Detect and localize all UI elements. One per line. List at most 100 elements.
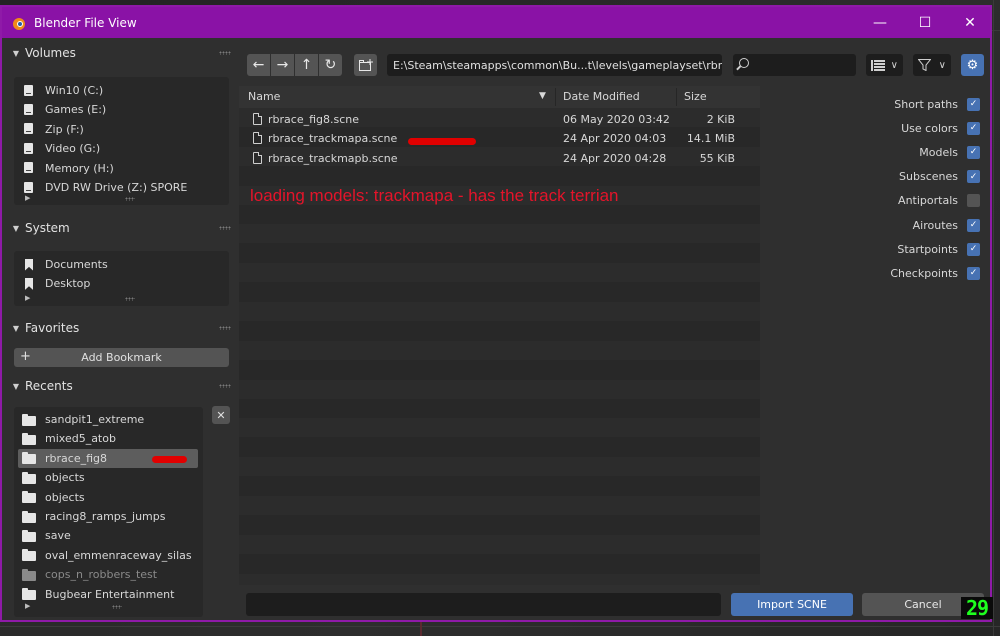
- file-row[interactable]: rbrace_trackmapb.scne 24 Apr 2020 04:28 55…: [239, 149, 760, 168]
- drive-icon: [22, 162, 36, 174]
- file-row[interactable]: rbrace_trackmapa.scne 24 Apr 2020 04:03 14…: [239, 129, 760, 148]
- option-checkbox[interactable]: ✓: [967, 170, 980, 184]
- list-stripe: [239, 224, 760, 244]
- option-row[interactable]: Subscenes ✓: [899, 168, 980, 186]
- volume-item[interactable]: Win10 (C:): [22, 81, 227, 100]
- resize-grip-icon[interactable]: [112, 605, 122, 609]
- resize-grip-icon[interactable]: [125, 297, 135, 301]
- list-stripe: [239, 476, 760, 496]
- column-header-size[interactable]: Size: [684, 90, 707, 103]
- recent-item[interactable]: objects: [18, 488, 198, 507]
- search-icon: [739, 58, 749, 68]
- option-label: Airoutes: [912, 218, 958, 232]
- sort-descending-icon[interactable]: ▼: [539, 91, 546, 101]
- file-date: 06 May 2020 03:42: [563, 113, 670, 126]
- recent-item[interactable]: oval_emmenraceway_silas: [18, 546, 198, 565]
- file-size: 14.1 MiB: [686, 132, 735, 146]
- system-header-label: System: [25, 221, 70, 235]
- volume-item[interactable]: Games (E:): [22, 100, 227, 119]
- expand-triangle-icon[interactable]: ▶: [25, 194, 30, 202]
- volume-item[interactable]: DVD RW Drive (Z:) SPORE: [22, 178, 227, 197]
- volume-item[interactable]: Video (G:): [22, 139, 227, 158]
- expand-triangle-icon[interactable]: ▶: [25, 294, 30, 302]
- refresh-button[interactable]: ↻: [319, 54, 342, 76]
- system-panel-header[interactable]: ▼ System: [4, 217, 237, 239]
- drag-grip-icon[interactable]: [219, 326, 231, 330]
- folder-icon: [22, 471, 36, 484]
- recents-panel-header[interactable]: ▼ Recents: [4, 375, 237, 397]
- option-checkbox[interactable]: ✓: [967, 242, 980, 256]
- forward-button[interactable]: →: [271, 54, 294, 76]
- maximize-button[interactable]: ☐: [903, 7, 947, 38]
- import-scne-button[interactable]: Import SCNE: [731, 593, 853, 616]
- option-label: Short paths: [894, 97, 958, 111]
- system-item[interactable]: Desktop: [22, 274, 227, 293]
- close-button[interactable]: ✕: [948, 7, 992, 38]
- file-icon: [253, 151, 262, 164]
- volume-item[interactable]: Zip (F:): [22, 120, 227, 139]
- recent-item[interactable]: sandpit1_extreme: [18, 410, 198, 429]
- recent-item[interactable]: objects: [18, 468, 198, 487]
- column-headers: Name ▼ Date Modified Size: [239, 86, 760, 108]
- plus-icon: +: [20, 349, 31, 364]
- volume-label: Video (G:): [45, 142, 101, 156]
- system-item[interactable]: Documents: [22, 255, 227, 274]
- expand-triangle-icon[interactable]: ▶: [25, 602, 30, 610]
- option-checkbox[interactable]: ✓: [967, 218, 980, 232]
- option-checkbox[interactable]: ✓: [967, 121, 980, 135]
- option-checkbox[interactable]: ✓: [967, 97, 980, 111]
- resize-grip-icon[interactable]: [125, 197, 135, 201]
- volume-item[interactable]: Memory (H:): [22, 159, 227, 178]
- folder-icon: [22, 452, 36, 465]
- favorites-panel-header[interactable]: ▼ Favorites: [4, 317, 237, 339]
- option-row[interactable]: Use colors ✓: [901, 119, 980, 137]
- option-row[interactable]: Antiportals: [898, 192, 980, 210]
- list-stripe: [239, 457, 760, 477]
- column-separator[interactable]: [676, 88, 677, 106]
- list-stripe: [239, 282, 760, 302]
- recent-item[interactable]: mixed5_atob: [18, 429, 198, 448]
- recent-label: mixed5_atob: [45, 432, 116, 446]
- grid-line: [420, 622, 422, 636]
- view-mode-dropdown[interactable]: ∨: [866, 54, 903, 76]
- option-checkbox[interactable]: ✓: [967, 266, 980, 280]
- directory-path-input[interactable]: E:\Steam\steamapps\common\Bu...t\levels\…: [387, 54, 722, 76]
- option-row[interactable]: Airoutes ✓: [913, 216, 980, 234]
- recent-label: rbrace_fig8: [45, 451, 107, 465]
- recent-item[interactable]: Bugbear Entertainment: [18, 585, 198, 604]
- new-folder-icon: [358, 58, 373, 71]
- option-checkbox[interactable]: ✓: [967, 145, 980, 159]
- option-row[interactable]: Models ✓: [919, 143, 980, 161]
- option-checkbox[interactable]: [967, 194, 980, 208]
- settings-toggle-button[interactable]: ⚙: [961, 54, 984, 76]
- search-input[interactable]: [733, 54, 856, 76]
- option-row[interactable]: Startpoints ✓: [897, 240, 980, 258]
- back-button[interactable]: ←: [247, 54, 270, 76]
- option-row[interactable]: Checkpoints ✓: [890, 264, 980, 282]
- drag-grip-icon[interactable]: [219, 384, 231, 388]
- add-bookmark-button[interactable]: + Add Bookmark: [14, 348, 229, 367]
- parent-directory-button[interactable]: ↑: [295, 54, 318, 76]
- column-header-name[interactable]: Name: [248, 90, 280, 103]
- clear-recents-button[interactable]: ✕: [212, 406, 230, 424]
- fps-counter: 29: [961, 597, 993, 619]
- new-folder-button[interactable]: [354, 54, 377, 76]
- folder-icon: [22, 491, 36, 504]
- bottom-bar: Import SCNE Cancel: [239, 585, 990, 620]
- file-row[interactable]: rbrace_fig8.scne 06 May 2020 03:42 2 KiB: [239, 110, 760, 129]
- recent-item[interactable]: cops_n_robbers_test: [18, 565, 198, 584]
- option-row[interactable]: Short paths ✓: [894, 95, 980, 113]
- column-separator[interactable]: [555, 88, 556, 106]
- recent-item[interactable]: save: [18, 526, 198, 545]
- filename-input[interactable]: [246, 593, 721, 616]
- column-header-date[interactable]: Date Modified: [563, 90, 640, 103]
- title-bar[interactable]: Blender File View — ☐ ✕: [2, 7, 990, 38]
- volumes-panel-header[interactable]: ▼ Volumes: [4, 42, 237, 64]
- recent-item[interactable]: racing8_ramps_jumps: [18, 507, 198, 526]
- file-list[interactable]: Name ▼ Date Modified Size rbrace_fig8.sc…: [239, 86, 760, 585]
- drag-grip-icon[interactable]: [219, 51, 231, 55]
- filter-dropdown[interactable]: ∨: [913, 54, 951, 76]
- minimize-button[interactable]: —: [858, 7, 902, 38]
- drag-grip-icon[interactable]: [219, 226, 231, 230]
- recent-label: objects: [45, 490, 85, 504]
